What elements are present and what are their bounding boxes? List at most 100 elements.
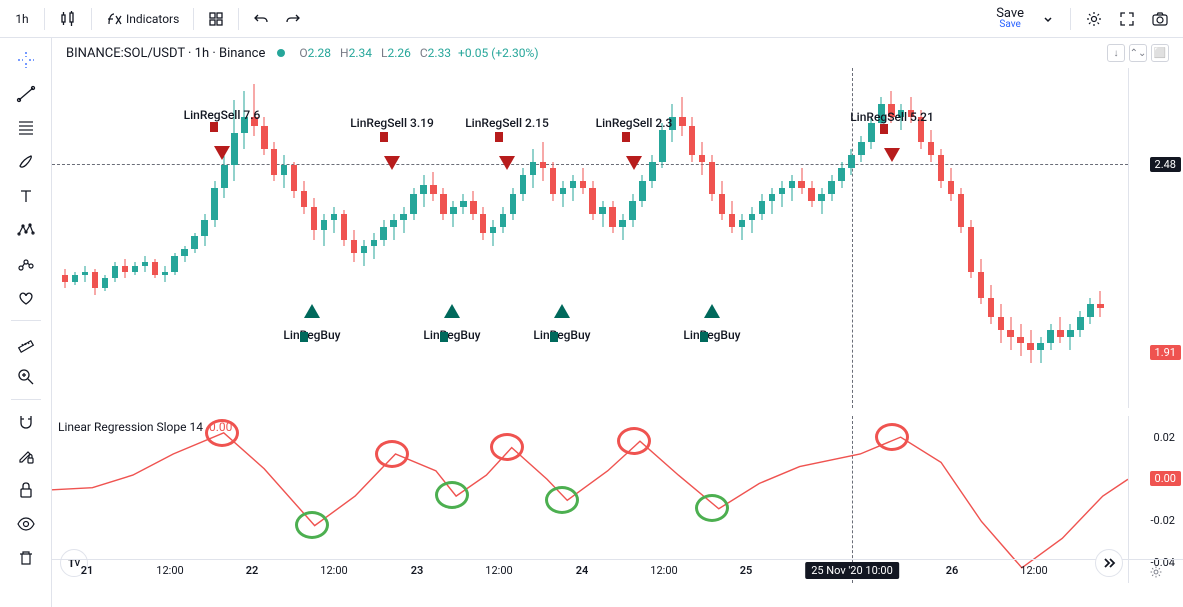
- fib-icon: [16, 118, 36, 138]
- sell-signal-label: LinRegSell 2.15: [465, 116, 549, 130]
- heart-icon: [16, 288, 36, 308]
- buy-signal-label: LinRegBuy: [533, 328, 590, 342]
- time-tick: 12:00: [485, 564, 512, 577]
- text-tool[interactable]: [7, 180, 45, 212]
- save-menu-button[interactable]: [1034, 5, 1062, 33]
- buy-arrow-icon: [304, 304, 320, 318]
- buy-arrow-icon: [704, 304, 720, 318]
- time-tick: 26: [946, 564, 959, 577]
- camera-icon: [1151, 10, 1169, 28]
- axis-settings-button[interactable]: [1128, 559, 1183, 583]
- hide-tool[interactable]: [7, 508, 45, 540]
- sell-signal-label: LinRegSell 2.3: [596, 116, 673, 130]
- sell-arrow-icon: [214, 146, 230, 160]
- settings-button[interactable]: [1079, 5, 1109, 33]
- ruler-icon: [16, 333, 36, 353]
- gear-icon: [1085, 10, 1103, 28]
- fx-icon: [106, 11, 122, 27]
- buy-signal-label: LinRegBuy: [423, 328, 480, 342]
- xabcd-icon: [16, 220, 36, 240]
- pane-collapse-button[interactable]: ⌃⌄: [1129, 44, 1147, 62]
- buy-signal-label: LinRegBuy: [683, 328, 740, 342]
- text-icon: [16, 186, 36, 206]
- symbol-title[interactable]: BINANCE:SOL/USDT · 1h · Binance: [66, 46, 265, 61]
- pencil-lock-icon: [16, 446, 36, 466]
- lock-icon: [16, 480, 36, 500]
- trough-marker: [295, 511, 329, 539]
- remove-tool[interactable]: [7, 542, 45, 574]
- goto-date-button[interactable]: [1095, 549, 1123, 577]
- buy-arrow-icon: [444, 304, 460, 318]
- indicator-pane[interactable]: Linear Regression Slope 140.00 TV: [52, 416, 1128, 583]
- sell-arrow-icon: [626, 156, 642, 170]
- peak-marker: [375, 440, 409, 468]
- chevron-down-icon: [1042, 13, 1054, 25]
- time-tick: 24: [576, 564, 589, 577]
- redo-button[interactable]: [279, 5, 307, 33]
- brush-tool[interactable]: [7, 146, 45, 178]
- layout-button[interactable]: [202, 5, 230, 33]
- ohlc-display: O2.28 H2.34 L2.26 C2.33 +0.05 (+2.30%): [293, 46, 538, 60]
- sell-arrow-icon: [884, 148, 900, 162]
- candlestick-icon: [59, 10, 77, 28]
- forecast-tool[interactable]: [7, 248, 45, 280]
- undo-button[interactable]: [247, 5, 275, 33]
- axis-tick: -0.02: [1147, 513, 1180, 528]
- eye-icon: [16, 514, 36, 534]
- pane-max-button[interactable]: ⬜: [1151, 44, 1169, 62]
- sell-signal-label: LinRegSell 3.19: [350, 116, 434, 130]
- top-toolbar: 1h Indicators Save Save: [0, 0, 1183, 38]
- time-tick: 12:00: [1020, 564, 1047, 577]
- fullscreen-icon: [1119, 11, 1135, 27]
- grid-icon: [208, 11, 224, 27]
- chart-header: BINANCE:SOL/USDT · 1h · Binance O2.28 H2…: [52, 38, 1183, 68]
- time-axis[interactable]: 2112:002212:002312:002412:00252612:0025 …: [52, 559, 1128, 583]
- pane-down-button[interactable]: ↓: [1107, 44, 1125, 62]
- fib-tool[interactable]: [7, 112, 45, 144]
- crosshair-time-tag: 25 Nov '20 10:00: [805, 562, 899, 579]
- buy-arrow-icon: [554, 304, 570, 318]
- ruler-tool[interactable]: [7, 327, 45, 359]
- time-tick: 23: [411, 564, 424, 577]
- peak-marker: [875, 423, 909, 451]
- favorite-tool[interactable]: [7, 282, 45, 314]
- line-icon: [16, 84, 36, 104]
- price-axis[interactable]: 2.48 1.91: [1128, 68, 1183, 408]
- gear-icon: [1149, 565, 1163, 579]
- trough-marker: [545, 486, 579, 514]
- drawing-lock-tool[interactable]: [7, 474, 45, 506]
- market-status-dot: [277, 49, 285, 57]
- last-price-tag: 1.91: [1150, 345, 1181, 360]
- candle-style-button[interactable]: [53, 5, 83, 33]
- time-tick: 12:00: [320, 564, 347, 577]
- magnet-icon: [16, 412, 36, 432]
- time-tick: 12:00: [650, 564, 677, 577]
- undo-icon: [253, 11, 269, 27]
- peak-marker: [205, 419, 239, 447]
- indicator-axis[interactable]: 0.020.00-0.02-0.040.00: [1128, 416, 1183, 583]
- save-button[interactable]: Save Save: [990, 5, 1030, 33]
- sell-arrow-icon: [384, 156, 400, 170]
- indicators-button[interactable]: Indicators: [100, 5, 185, 33]
- snapshot-button[interactable]: [1145, 5, 1175, 33]
- sell-signal-label: LinRegSell 7.6: [184, 108, 261, 122]
- buy-signal-label: LinRegBuy: [283, 328, 340, 342]
- lock-tool[interactable]: [7, 440, 45, 472]
- fullscreen-button[interactable]: [1113, 5, 1141, 33]
- crosshair-tool[interactable]: [7, 44, 45, 76]
- trough-marker: [695, 494, 729, 522]
- price-pane[interactable]: LinRegSell 7.6 LinRegBuy LinRegSell 3.19 Li…: [52, 68, 1128, 408]
- trendline-tool[interactable]: [7, 78, 45, 110]
- axis-tick: 0.02: [1150, 430, 1179, 445]
- trash-icon: [16, 548, 36, 568]
- time-tick: 22: [246, 564, 259, 577]
- forecast-icon: [16, 254, 36, 274]
- pattern-tool[interactable]: [7, 214, 45, 246]
- brush-icon: [16, 152, 36, 172]
- time-tick: 12:00: [156, 564, 183, 577]
- time-tick: 21: [81, 564, 94, 577]
- magnet-tool[interactable]: [7, 406, 45, 438]
- redo-icon: [285, 11, 301, 27]
- zoom-tool[interactable]: [7, 361, 45, 393]
- interval-button[interactable]: 1h: [8, 5, 36, 33]
